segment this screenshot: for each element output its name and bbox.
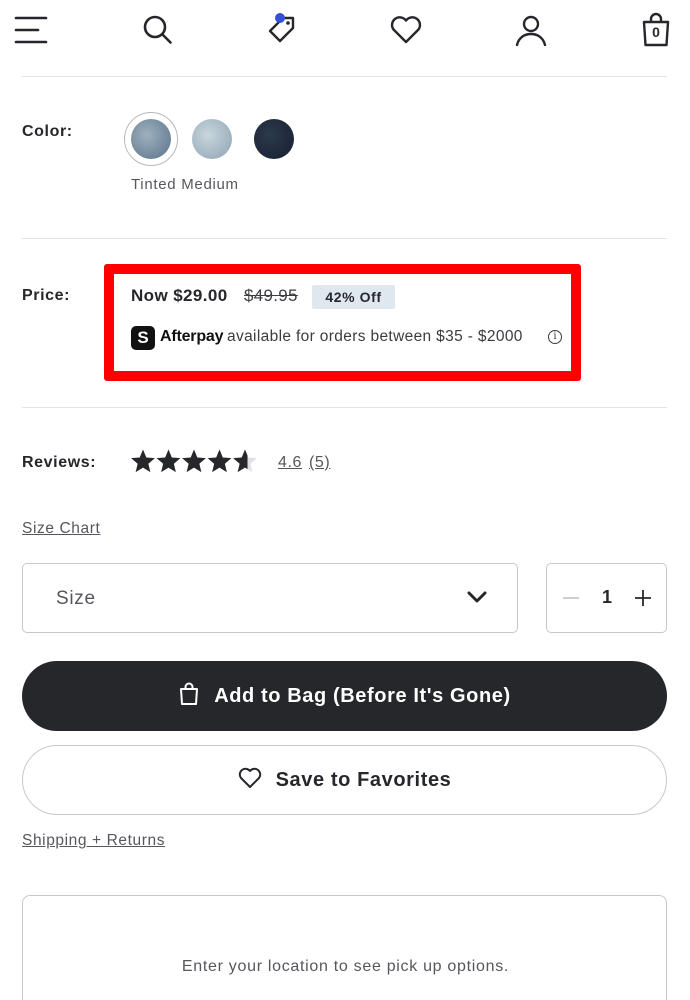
current-price: Now $29.00 [131, 286, 228, 305]
deals-tag-icon[interactable] [262, 10, 302, 50]
star-filled-icon [207, 449, 232, 473]
bag-count: 0 [652, 24, 660, 40]
save-to-favorites-button[interactable]: Save to Favorites [22, 745, 667, 815]
discount-badge: 42% Off [312, 285, 395, 309]
swatch-dark-wash[interactable] [254, 119, 294, 159]
size-select[interactable]: Size [22, 563, 518, 633]
afterpay-brand: Afterpay [160, 328, 224, 345]
review-rating[interactable]: 4.6 [278, 454, 302, 472]
pickup-prompt: Enter your location to see pick up optio… [181, 958, 510, 975]
swatch-tinted-medium[interactable] [124, 112, 178, 166]
pickup-options-box[interactable]: Enter your location to see pick up optio… [22, 895, 667, 1000]
star-filled-icon [182, 449, 206, 473]
quantity-value: 1 [601, 587, 612, 607]
swatch-light-wash[interactable] [192, 119, 232, 159]
menu-icon[interactable] [11, 10, 51, 50]
afterpay-logo-icon: S [131, 326, 155, 350]
notification-dot [275, 13, 285, 23]
price-highlight-box [104, 264, 581, 381]
account-icon[interactable] [511, 10, 551, 50]
bag-icon[interactable]: 0 [636, 10, 676, 50]
original-price: $49.95 [244, 286, 298, 305]
divider [22, 407, 667, 408]
price-label: Price: [22, 287, 71, 304]
star-filled-icon [156, 449, 181, 473]
top-nav-bar: 0 [0, 0, 690, 76]
divider [22, 238, 667, 239]
afterpay-text: available for orders between $35 - $2000 [227, 328, 523, 345]
minus-icon[interactable] [557, 584, 585, 612]
add-to-bag-label: Add to Bag (Before It's Gone) [214, 684, 511, 707]
color-label: Color: [22, 123, 73, 140]
size-chart-link[interactable]: Size Chart [22, 520, 100, 538]
bag-icon [178, 682, 200, 711]
heart-icon[interactable] [386, 10, 426, 50]
save-to-favorites-label: Save to Favorites [275, 768, 452, 791]
info-icon[interactable]: i [548, 330, 562, 344]
divider [22, 76, 667, 77]
star-filled-icon [131, 449, 155, 473]
star-rating[interactable] [131, 449, 261, 475]
chevron-down-icon [467, 590, 487, 609]
search-icon[interactable] [138, 10, 178, 50]
plus-icon[interactable] [629, 584, 657, 612]
selected-color-name: Tinted Medium [131, 176, 239, 193]
heart-icon [238, 767, 262, 794]
review-count[interactable]: (5) [309, 454, 330, 472]
shipping-returns-link[interactable]: Shipping + Returns [22, 832, 165, 850]
add-to-bag-button[interactable]: Add to Bag (Before It's Gone) [22, 661, 667, 731]
size-placeholder: Size [56, 588, 96, 609]
quantity-stepper: 1 [546, 563, 667, 633]
reviews-label: Reviews: [22, 454, 97, 471]
